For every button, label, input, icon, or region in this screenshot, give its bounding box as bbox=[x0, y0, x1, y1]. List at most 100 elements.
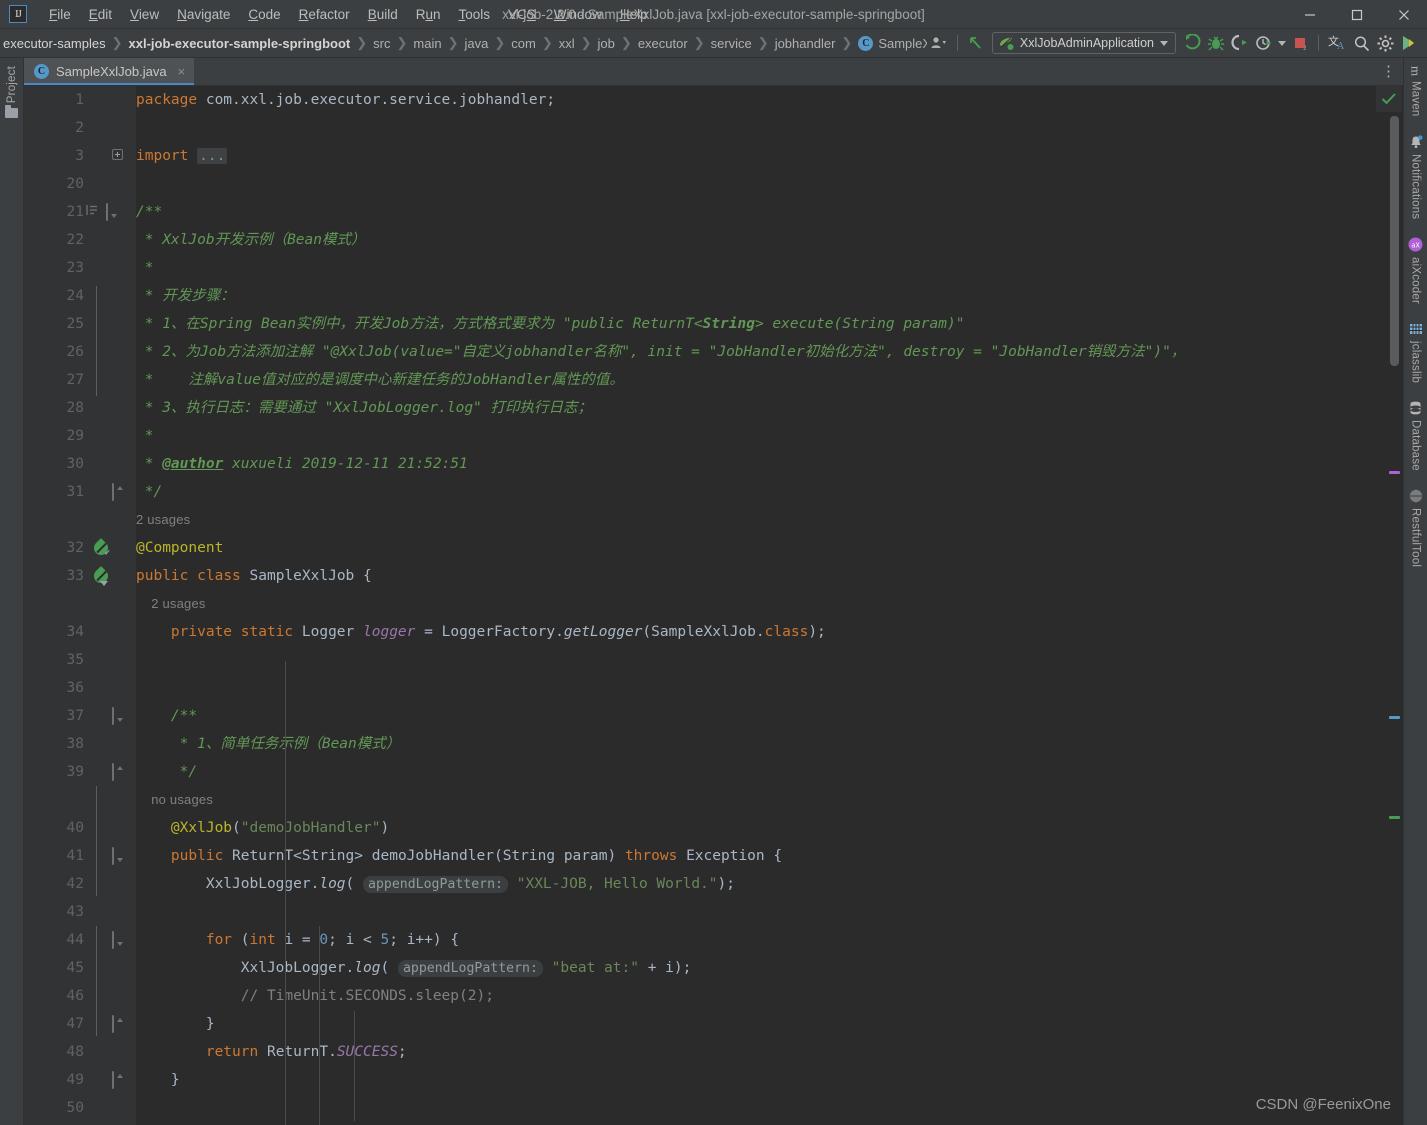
line-number[interactable]: 37 bbox=[24, 702, 84, 730]
line-number[interactable]: 3 bbox=[24, 142, 84, 170]
line-number[interactable]: 47 bbox=[24, 1010, 84, 1038]
line-number[interactable]: 44 bbox=[24, 926, 84, 954]
line-number[interactable]: 38 bbox=[24, 730, 84, 758]
breadcrumb-item-jobhandler[interactable]: jobhandler bbox=[772, 35, 839, 52]
line-number[interactable]: 43 bbox=[24, 898, 84, 926]
run-with-coverage-icon[interactable] bbox=[1228, 31, 1252, 55]
line-number[interactable]: 41 bbox=[24, 842, 84, 870]
menu-item-tools[interactable]: Tools bbox=[450, 4, 500, 25]
gutter-marker[interactable] bbox=[86, 758, 134, 786]
line-number[interactable]: 2 bbox=[24, 114, 84, 142]
gutter-marker[interactable] bbox=[86, 702, 134, 730]
inspection-status-widget[interactable] bbox=[1376, 86, 1402, 112]
code-fold-toggle[interactable] bbox=[112, 758, 114, 786]
gutter-marker[interactable] bbox=[86, 198, 134, 226]
code-editor[interactable]: 1 package com.xxl.job.executor.service.jo… bbox=[24, 86, 1403, 1125]
line-number[interactable]: 46 bbox=[24, 982, 84, 1010]
close-button[interactable] bbox=[1380, 0, 1427, 29]
breadcrumb-item-executor[interactable]: executor bbox=[635, 35, 691, 52]
stop-icon[interactable]: 2 bbox=[1288, 31, 1312, 55]
spring-bean-icon[interactable]: ✔ bbox=[91, 538, 111, 558]
line-number[interactable]: 39 bbox=[24, 758, 84, 786]
breadcrumb-item-executor-samples[interactable]: executor-samples bbox=[0, 35, 109, 52]
line-number[interactable]: 48 bbox=[24, 1038, 84, 1066]
sidebar-item-project[interactable]: Project bbox=[0, 58, 23, 128]
close-icon[interactable]: × bbox=[178, 64, 186, 79]
sidebar-item-restfultool[interactable]: RestfulTool bbox=[1404, 481, 1427, 577]
tab-samplexxljob[interactable]: C SampleXxlJob.java × bbox=[24, 58, 195, 85]
menu-item-view[interactable]: View bbox=[121, 4, 168, 25]
line-number[interactable]: 26 bbox=[24, 338, 84, 366]
line-number[interactable]: 30 bbox=[24, 450, 84, 478]
menu-item-window[interactable]: Window bbox=[545, 4, 611, 25]
line-number[interactable]: 20 bbox=[24, 170, 84, 198]
usage-hint[interactable]: 2 usages bbox=[136, 506, 1403, 534]
line-number[interactable]: 25 bbox=[24, 310, 84, 338]
run-icon[interactable] bbox=[1180, 31, 1204, 55]
line-number[interactable]: 31 bbox=[24, 478, 84, 506]
breadcrumb-item-file[interactable]: CSampleXxlJob bbox=[855, 35, 927, 52]
line-number[interactable]: 34 bbox=[24, 618, 84, 646]
line-number[interactable]: 24 bbox=[24, 282, 84, 310]
plugin-icon[interactable] bbox=[1397, 31, 1421, 55]
code-fold-toggle[interactable] bbox=[112, 142, 123, 170]
chevron-down-icon[interactable] bbox=[1276, 31, 1288, 55]
settings-icon[interactable] bbox=[1373, 31, 1397, 55]
gutter-marker[interactable]: ✔ bbox=[86, 534, 134, 562]
back-arrow-icon[interactable] bbox=[964, 31, 988, 55]
menu-item-navigate[interactable]: Navigate bbox=[168, 4, 239, 25]
profiler-icon[interactable] bbox=[1252, 31, 1276, 55]
sidebar-item-aixcoder[interactable]: aX aiXcoder bbox=[1404, 229, 1427, 314]
line-number[interactable]: 49 bbox=[24, 1066, 84, 1094]
breadcrumb-item-main[interactable]: main bbox=[410, 35, 444, 52]
usage-hint[interactable]: 2 usages bbox=[136, 590, 1403, 618]
gutter-marker[interactable] bbox=[86, 926, 134, 954]
minimize-button[interactable] bbox=[1286, 0, 1333, 29]
breadcrumb-item-job[interactable]: job bbox=[595, 35, 618, 52]
line-number[interactable]: 45 bbox=[24, 954, 84, 982]
line-number[interactable]: 29 bbox=[24, 422, 84, 450]
gutter-marker[interactable] bbox=[86, 562, 134, 590]
breadcrumb-item-xxl-job-executor-sample-springboot[interactable]: xxl-job-executor-sample-springboot bbox=[126, 35, 354, 52]
line-number[interactable]: 28 bbox=[24, 394, 84, 422]
menu-item-code[interactable]: Code bbox=[239, 4, 289, 25]
sidebar-item-maven[interactable]: m Maven bbox=[1404, 58, 1427, 127]
sidebar-item-jclasslib[interactable]: jclasslib bbox=[1404, 314, 1427, 393]
gutter-marker[interactable] bbox=[86, 1010, 134, 1038]
gutter-marker[interactable] bbox=[86, 842, 134, 870]
line-number[interactable]: 27 bbox=[24, 366, 84, 394]
code-fold-toggle[interactable] bbox=[112, 842, 114, 870]
code-fold-toggle[interactable] bbox=[112, 702, 114, 730]
run-configuration-selector[interactable]: XxlJobAdminApplication bbox=[991, 32, 1176, 54]
code-content[interactable]: 1 package com.xxl.job.executor.service.jo… bbox=[24, 86, 1403, 1125]
more-options-icon[interactable]: ⋮ bbox=[1381, 64, 1397, 79]
search-icon[interactable] bbox=[1349, 31, 1373, 55]
line-number[interactable]: 50 bbox=[24, 1094, 84, 1122]
usage-hint[interactable]: no usages bbox=[136, 786, 1403, 814]
line-number[interactable]: 21 bbox=[24, 198, 84, 226]
scrollbar-thumb[interactable] bbox=[1390, 116, 1399, 366]
code-fold-toggle[interactable] bbox=[112, 478, 114, 506]
menu-item-vcs[interactable]: VCS bbox=[499, 4, 545, 25]
line-number[interactable]: 40 bbox=[24, 814, 84, 842]
breadcrumb-item-xxl[interactable]: xxl bbox=[556, 35, 578, 52]
breadcrumb-item-src[interactable]: src bbox=[370, 35, 393, 52]
line-number[interactable]: 1 bbox=[24, 86, 84, 114]
line-number[interactable]: 35 bbox=[24, 646, 84, 674]
line-number[interactable]: 42 bbox=[24, 870, 84, 898]
breadcrumb-item-com[interactable]: com bbox=[508, 35, 539, 52]
menu-item-build[interactable]: Build bbox=[359, 4, 407, 25]
menu-item-run[interactable]: Run bbox=[407, 4, 450, 25]
gutter-marker[interactable] bbox=[86, 1066, 134, 1094]
line-number[interactable]: 36 bbox=[24, 674, 84, 702]
breadcrumb-item-java[interactable]: java bbox=[462, 35, 492, 52]
line-number[interactable]: 22 bbox=[24, 226, 84, 254]
editor-scrollbar[interactable] bbox=[1388, 116, 1401, 1125]
line-number[interactable]: 33 bbox=[24, 562, 84, 590]
breadcrumb-item-service[interactable]: service bbox=[708, 35, 755, 52]
maximize-button[interactable] bbox=[1333, 0, 1380, 29]
spring-bean-icon[interactable] bbox=[91, 566, 111, 586]
menu-item-refactor[interactable]: Refactor bbox=[290, 4, 359, 25]
user-icon[interactable] bbox=[927, 31, 951, 55]
tabs-overflow[interactable]: ⋮ bbox=[1381, 58, 1403, 85]
